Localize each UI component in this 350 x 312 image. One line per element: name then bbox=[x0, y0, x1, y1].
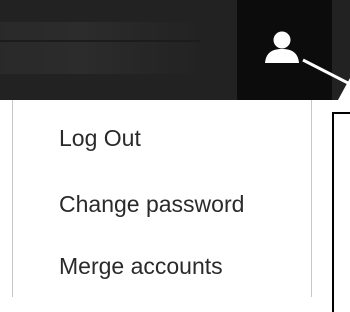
callout-annotation-box bbox=[332, 112, 350, 312]
menu-item-merge-accounts[interactable]: Merge accounts bbox=[59, 251, 223, 281]
user-icon bbox=[265, 31, 299, 63]
user-dropdown-menu: Log Out Change password Merge accounts bbox=[12, 100, 312, 297]
menu-item-change-password[interactable]: Change password bbox=[59, 189, 244, 219]
header-divider bbox=[0, 40, 200, 42]
blurred-header-content bbox=[0, 22, 205, 74]
menu-item-log-out[interactable]: Log Out bbox=[59, 123, 141, 153]
